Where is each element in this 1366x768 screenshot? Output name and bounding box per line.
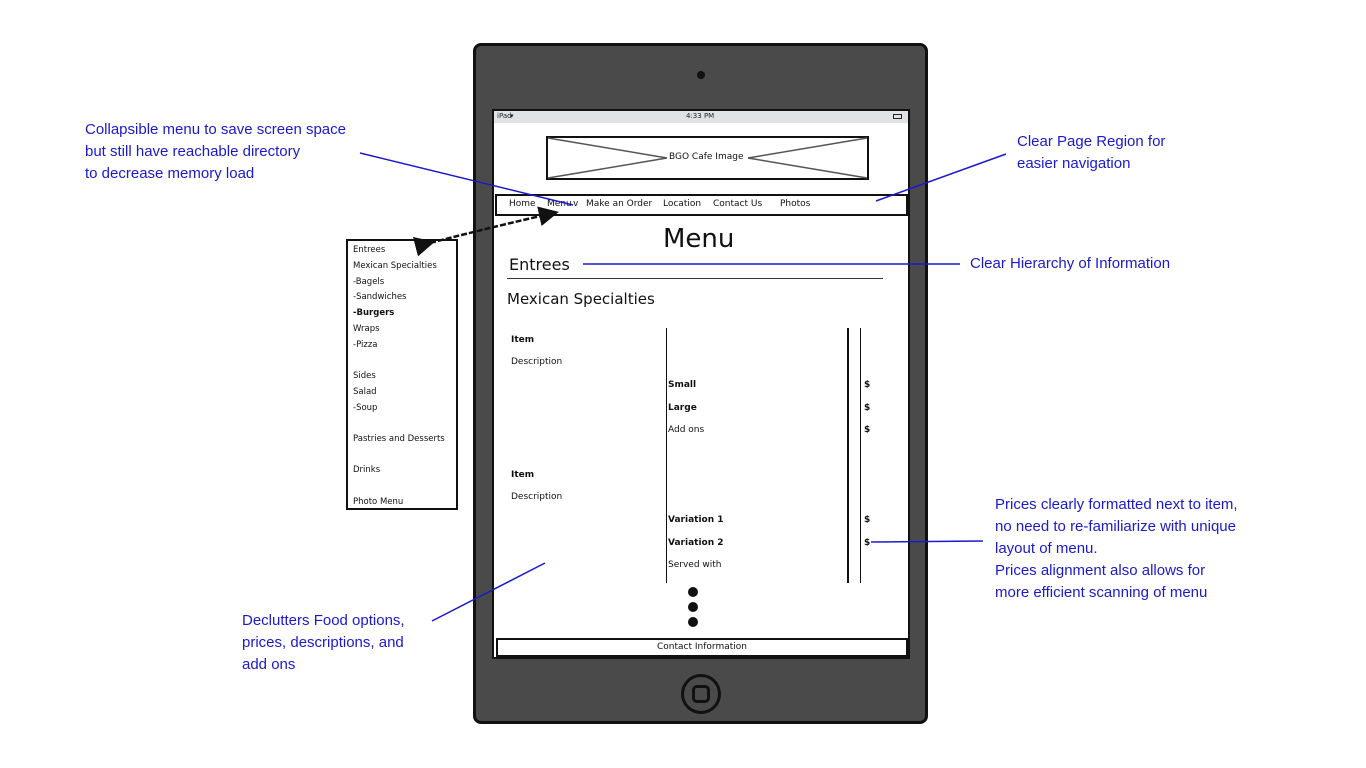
placeholder-cross-line xyxy=(747,157,868,179)
annotation-line: layout of menu. xyxy=(995,540,1098,557)
annotation-line: Collapsible menu to save screen space xyxy=(85,121,346,138)
connector-page-region xyxy=(875,153,1007,202)
annotation-page-region: Clear Page Region for easier navigation xyxy=(1017,131,1165,175)
annotation-line: to decrease memory load xyxy=(85,165,255,182)
connector-prices xyxy=(870,540,984,543)
annotation-line: prices, descriptions, and xyxy=(242,634,404,651)
annotation-line: but still have reachable directory xyxy=(85,143,301,160)
placeholder-cross-line xyxy=(747,137,868,159)
annotation-prices: Prices clearly formatted next to item, n… xyxy=(995,494,1238,604)
connector-declutters xyxy=(431,562,546,622)
annotation-line: no need to re-familiarize with unique xyxy=(995,518,1236,535)
annotation-line: Clear Hierarchy of Information xyxy=(970,255,1171,272)
placeholder-cross-line xyxy=(547,157,668,179)
annotation-line: Prices alignment also allows for xyxy=(995,562,1206,579)
annotation-line: Clear Page Region for xyxy=(1017,133,1166,150)
connector-collapsible xyxy=(359,152,574,206)
placeholder-cross-line xyxy=(547,137,668,159)
expand-arrow xyxy=(412,206,559,257)
annotation-line: more efficient scanning of menu xyxy=(995,584,1208,601)
annotation-line: easier navigation xyxy=(1017,155,1131,172)
annotation-line: add ons xyxy=(242,656,296,673)
annotation-declutters: Declutters Food options, prices, descrip… xyxy=(242,610,405,676)
annotation-hierarchy: Clear Hierarchy of Information xyxy=(970,253,1170,275)
annotation-lines xyxy=(359,137,1007,622)
annotation-line: Declutters Food options, xyxy=(242,612,405,629)
annotation-collapsible: Collapsible menu to save screen space bu… xyxy=(85,119,346,185)
annotation-line: Prices clearly formatted next to item, xyxy=(995,496,1238,513)
